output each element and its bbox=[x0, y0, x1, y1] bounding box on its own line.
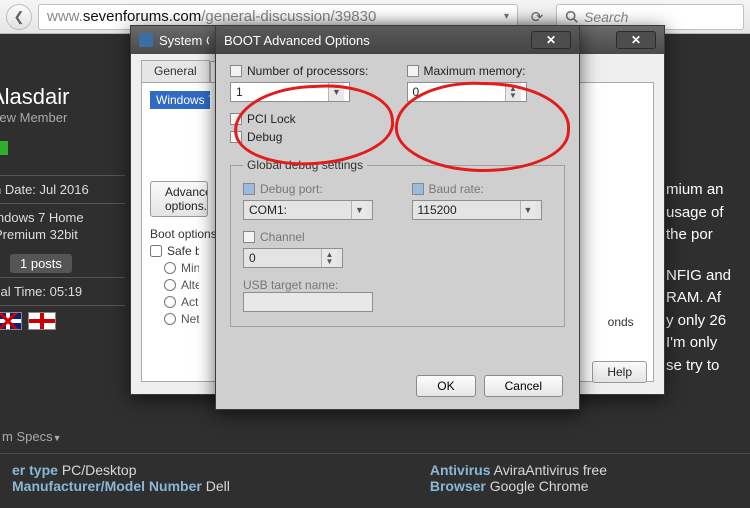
advanced-options-button[interactable]: Advanced options... bbox=[150, 181, 208, 217]
max-memory-input[interactable]: 0 ▲▼ bbox=[407, 82, 527, 102]
dialog-title: BOOT Advanced Options bbox=[224, 33, 370, 48]
usb-target-input bbox=[243, 292, 373, 312]
dropdown-arrow-icon: ▼ bbox=[351, 201, 367, 219]
baud-rate-label: Baud rate: bbox=[429, 182, 484, 196]
boot-advanced-options-dialog: BOOT Advanced Options ✕ Number of proces… bbox=[215, 25, 580, 410]
checkbox-icon bbox=[230, 113, 242, 125]
cancel-button[interactable]: Cancel bbox=[484, 375, 563, 397]
baud-rate-select: 115200 ▼ bbox=[412, 200, 542, 220]
tab-general[interactable]: General bbox=[141, 60, 210, 82]
dropdown-arrow-icon: ▼ bbox=[328, 83, 344, 101]
search-icon bbox=[565, 10, 578, 23]
user-os: indows 7 Home Premium 32bit bbox=[0, 203, 125, 250]
spec-label: Manufacturer/Model Number bbox=[12, 478, 202, 494]
post-text-fragment: mium an usage of the por NFIG and RAM. A… bbox=[666, 179, 750, 377]
close-button[interactable]: ✕ bbox=[531, 31, 571, 49]
spec-value: Google Chrome bbox=[490, 478, 589, 494]
spec-value: Dell bbox=[206, 478, 230, 494]
spec-label: Browser bbox=[430, 478, 486, 494]
checkbox-icon bbox=[407, 65, 419, 77]
pci-lock-checkbox[interactable]: PCI Lock bbox=[230, 112, 565, 126]
channel-checkbox: Channel bbox=[243, 230, 552, 244]
gds-legend: Global debug settings bbox=[243, 158, 367, 172]
debug-port-value: COM1: bbox=[249, 203, 287, 217]
join-date: n Date: Jul 2016 bbox=[0, 175, 125, 203]
baud-rate-value: 115200 bbox=[418, 203, 457, 217]
channel-input: 0 ▲▼ bbox=[243, 248, 343, 268]
ok-button[interactable]: OK bbox=[416, 375, 475, 397]
specs-footer: er type PC/Desktop Manufacturer/Model Nu… bbox=[0, 453, 750, 508]
checkbox-checked-icon bbox=[412, 183, 424, 195]
pci-lock-label: PCI Lock bbox=[247, 112, 296, 126]
checkbox-icon bbox=[230, 131, 242, 143]
online-indicator bbox=[0, 141, 8, 155]
close-button[interactable]: ✕ bbox=[616, 31, 656, 49]
checkbox-icon bbox=[243, 231, 255, 243]
spinner-icon: ▲▼ bbox=[321, 249, 337, 267]
spec-label: Antivirus bbox=[430, 462, 491, 478]
debug-port-checkbox: Debug port: bbox=[243, 182, 384, 196]
url-host: sevenforums.com bbox=[83, 8, 201, 25]
search-placeholder: Search bbox=[584, 9, 628, 25]
spec-value: PC/Desktop bbox=[62, 462, 137, 478]
max-memory-checkbox[interactable]: Maximum memory: bbox=[407, 64, 566, 78]
num-processors-value: 1 bbox=[236, 85, 243, 99]
debug-port-label: Debug port: bbox=[260, 182, 323, 196]
username[interactable]: Alasdair bbox=[0, 84, 125, 110]
timeout-seconds-fragment: onds bbox=[608, 315, 643, 329]
help-button[interactable]: Help bbox=[592, 361, 647, 383]
spec-label: er type bbox=[12, 462, 58, 478]
debug-port-select: COM1: ▼ bbox=[243, 200, 373, 220]
back-button[interactable]: ❮ bbox=[6, 4, 32, 30]
checkbox-checked-icon bbox=[243, 183, 255, 195]
global-debug-settings-group: Global debug settings Debug port: COM1: … bbox=[230, 158, 565, 327]
user-sidebar: Alasdair New Member n Date: Jul 2016 ind… bbox=[0, 84, 125, 336]
num-processors-select[interactable]: 1 ▼ bbox=[230, 82, 350, 102]
debug-label: Debug bbox=[247, 130, 282, 144]
boot-entry[interactable]: Windows 7 bbox=[150, 91, 210, 109]
max-memory-value: 0 bbox=[413, 85, 420, 99]
spec-value: AviraAntivirus free bbox=[494, 462, 607, 478]
flag-england-icon bbox=[28, 312, 56, 330]
user-role: New Member bbox=[0, 110, 125, 125]
usb-target-label: USB target name: bbox=[243, 278, 552, 292]
post-count: 1 posts bbox=[10, 254, 72, 273]
num-processors-label: Number of processors: bbox=[247, 64, 368, 78]
window-title: System Configuration bbox=[159, 33, 209, 48]
channel-value: 0 bbox=[249, 251, 256, 265]
max-memory-group: Maximum memory: 0 ▲▼ bbox=[407, 64, 566, 102]
flag-uk-icon bbox=[0, 312, 22, 330]
baud-rate-checkbox: Baud rate: bbox=[412, 182, 553, 196]
channel-label: Channel bbox=[260, 230, 305, 244]
num-processors-group: Number of processors: 1 ▼ bbox=[230, 64, 389, 102]
spinner-icon: ▲▼ bbox=[505, 83, 521, 101]
dropdown-arrow-icon: ▼ bbox=[520, 201, 536, 219]
max-memory-label: Maximum memory: bbox=[424, 64, 526, 78]
titlebar[interactable]: BOOT Advanced Options ✕ bbox=[216, 26, 579, 54]
local-time: cal Time: 05:19 bbox=[0, 277, 125, 306]
debug-checkbox[interactable]: Debug bbox=[230, 130, 565, 144]
system-specs-toggle[interactable]: m Specs▼ bbox=[2, 429, 62, 444]
app-icon bbox=[139, 33, 153, 47]
num-processors-checkbox[interactable]: Number of processors: bbox=[230, 64, 389, 78]
checkbox-icon bbox=[230, 65, 242, 77]
url-path: /general-discussion/39830 bbox=[201, 8, 376, 25]
url-prefix: www. bbox=[47, 8, 83, 25]
url-dropdown-icon[interactable]: ▾ bbox=[504, 11, 509, 22]
